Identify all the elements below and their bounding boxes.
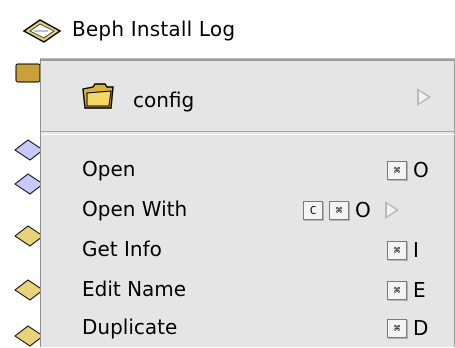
menu-header-config[interactable]: config — [41, 59, 455, 129]
menu-item-duplicate[interactable]: Duplicate ⌘ D — [41, 313, 455, 343]
menu-item-label: Open — [82, 157, 136, 181]
menu-item-edit-name[interactable]: Edit Name ⌘ E — [41, 275, 455, 305]
shortcut: ⌘ O — [387, 159, 429, 181]
menu-item-open[interactable]: Open ⌘ O — [41, 155, 455, 185]
menu-separator — [41, 131, 455, 135]
control-key-icon: C — [303, 200, 323, 220]
header-name: config — [133, 88, 195, 112]
menu-item-label: Duplicate — [82, 315, 178, 339]
shortcut: ⌘ D — [387, 317, 428, 339]
shortcut-letter: D — [413, 316, 429, 340]
shortcut-letter: I — [413, 238, 419, 262]
shortcut-letter: O — [413, 158, 429, 182]
shortcut: ⌘ E — [387, 279, 426, 301]
shortcut: ⌘ I — [387, 239, 419, 261]
command-key-icon: ⌘ — [387, 160, 407, 180]
shortcut: C ⌘ O — [303, 199, 399, 221]
command-key-icon: ⌘ — [387, 318, 407, 338]
shortcut-letter: O — [355, 198, 371, 222]
menu-item-label: Open With — [82, 197, 188, 221]
title-label: Beph Install Log — [72, 17, 236, 41]
command-key-icon: ⌘ — [329, 200, 349, 220]
menu-item-get-info[interactable]: Get Info ⌘ I — [41, 235, 455, 265]
command-key-icon: ⌘ — [387, 240, 407, 260]
submenu-arrow-icon — [417, 88, 431, 106]
menu-item-label: Get Info — [82, 237, 162, 261]
menu-item-label: Edit Name — [82, 277, 187, 301]
title-row[interactable]: Beph Install Log — [0, 0, 455, 60]
context-menu: config Open ⌘ O Open With C ⌘ O Get Info… — [40, 58, 455, 347]
menu-item-open-with[interactable]: Open With C ⌘ O — [41, 195, 455, 225]
command-key-icon: ⌘ — [387, 280, 407, 300]
shortcut-letter: E — [413, 278, 426, 302]
submenu-arrow-icon — [384, 201, 399, 219]
document-icon — [22, 19, 62, 43]
folder-icon — [82, 83, 114, 109]
